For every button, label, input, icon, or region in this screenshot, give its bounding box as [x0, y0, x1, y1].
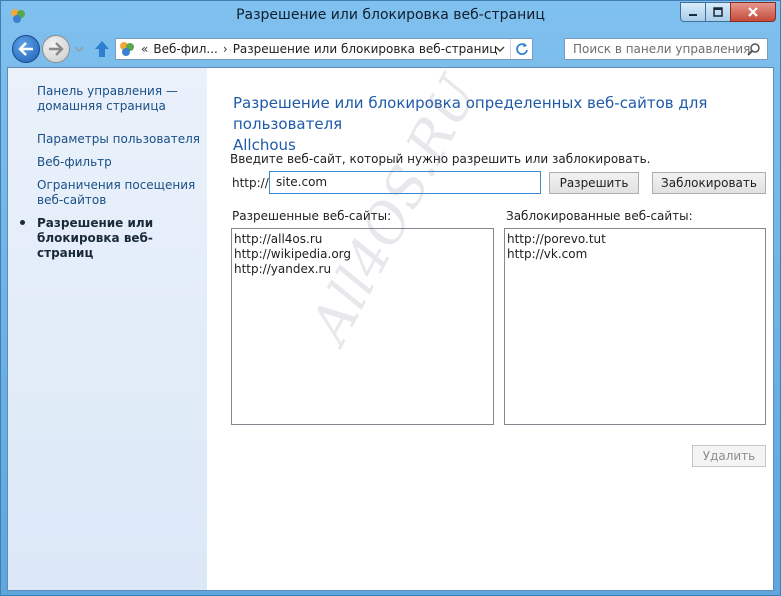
instruction-text: Введите веб-сайт, который нужно разрешит…	[230, 152, 651, 166]
list-item[interactable]: http://all4os.ru	[234, 232, 491, 247]
control-panel-icon	[118, 40, 136, 58]
maximize-button[interactable]	[705, 2, 731, 22]
list-item[interactable]: http://vk.com	[507, 247, 763, 262]
control-panel-window: Разрешение или блокировка веб-страниц « …	[0, 0, 781, 596]
sidebar-item-home[interactable]: Панель управления — домашняя страница	[37, 84, 178, 114]
address-dropdown-button[interactable]	[492, 39, 508, 59]
website-input[interactable]: site.com	[269, 171, 541, 194]
maximize-icon	[713, 7, 723, 17]
sidebar-item-label: Ограничения посещения	[37, 178, 196, 192]
refresh-button[interactable]	[510, 39, 532, 59]
sidebar-item-allow-block: Разрешение или блокировка веб-страниц	[37, 216, 207, 261]
sidebar-item-web-filter[interactable]: Веб-фильтр	[37, 155, 112, 170]
breadcrumb-item[interactable]: Веб-фил...	[153, 42, 218, 56]
close-icon	[748, 7, 758, 17]
block-button[interactable]: Заблокировать	[652, 172, 766, 194]
list-item[interactable]: http://wikipedia.org	[234, 247, 491, 262]
minimize-icon	[689, 14, 697, 16]
list-item[interactable]: http://porevo.tut	[507, 232, 763, 247]
chevron-down-icon	[495, 46, 505, 52]
recent-locations-button[interactable]	[73, 43, 85, 55]
navigation-bar: « Веб-фил... › Разрешение или блокировка…	[7, 31, 774, 67]
sidebar-item-site-restrictions[interactable]: Ограничения посещения веб-сайтов	[37, 178, 195, 208]
forward-arrow-icon	[49, 42, 64, 56]
refresh-icon	[515, 43, 528, 55]
sidebar-item-label: блокировка веб-страниц	[37, 231, 153, 260]
breadcrumb-separator-icon[interactable]: ›	[223, 42, 228, 56]
back-arrow-icon	[18, 42, 33, 56]
sidebar-item-user-settings[interactable]: Параметры пользователя	[37, 132, 200, 147]
page-title: Разрешение или блокировка определенных в…	[233, 93, 763, 156]
sidebar-item-label: Веб-фильтр	[37, 155, 112, 169]
minimize-button[interactable]	[680, 2, 706, 22]
up-button[interactable]	[93, 39, 111, 59]
current-page-bullet-icon	[20, 220, 25, 225]
chevron-down-icon	[74, 46, 84, 52]
sidebar-item-label: Разрешение или	[37, 216, 154, 230]
search-placeholder: Поиск в панели управления	[573, 42, 751, 56]
blocked-sites-list[interactable]: http://porevo.tut http://vk.com	[504, 228, 766, 425]
sidebar-item-label: веб-сайтов	[37, 193, 107, 207]
back-button[interactable]	[12, 35, 40, 63]
up-arrow-icon	[95, 41, 109, 57]
url-prefix-label: http://	[232, 176, 269, 190]
page-title-line: Разрешение или блокировка определенных в…	[233, 94, 708, 133]
close-button[interactable]	[730, 2, 776, 22]
delete-button[interactable]: Удалить	[692, 445, 766, 467]
allowed-sites-label: Разрешенные веб-сайты:	[232, 209, 392, 223]
content-area: Панель управления — домашняя страница Па…	[7, 66, 774, 591]
window-title: Разрешение или блокировка веб-страниц	[236, 7, 545, 23]
sidebar-item-label: домашняя страница	[37, 99, 166, 113]
overflow-chevron-icon[interactable]: «	[141, 42, 148, 56]
search-input[interactable]: Поиск в панели управления	[564, 38, 768, 60]
allowed-sites-list[interactable]: http://all4os.ru http://wikipedia.org ht…	[231, 228, 494, 425]
sidebar-item-label: Панель управления —	[37, 84, 178, 98]
title-bar[interactable]: Разрешение или блокировка веб-страниц	[1, 1, 780, 31]
breadcrumb-item-current[interactable]: Разрешение или блокировка веб-страниц	[233, 42, 498, 56]
search-icon[interactable]	[747, 42, 761, 56]
list-item[interactable]: http://yandex.ru	[234, 262, 491, 277]
forward-button[interactable]	[42, 35, 70, 63]
allow-button[interactable]: Разрешить	[549, 172, 639, 194]
sidebar-item-label: Параметры пользователя	[37, 132, 201, 146]
sidebar: Панель управления — домашняя страница Па…	[8, 68, 207, 590]
blocked-sites-label: Заблокированные веб-сайты:	[506, 209, 693, 223]
address-bar[interactable]: « Веб-фил... › Разрешение или блокировка…	[115, 38, 533, 60]
